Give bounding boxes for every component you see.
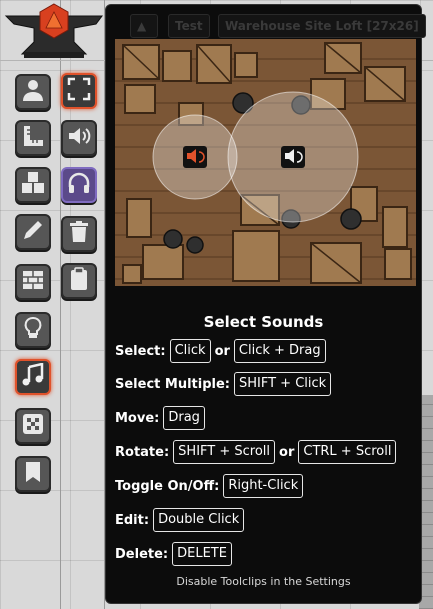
toolclip-row-rotate: Rotate: SHIFT + Scroll or CTRL + Scroll (115, 439, 397, 465)
token-tool-button[interactable] (15, 74, 51, 110)
lightbulb-icon (21, 316, 45, 344)
toolclip-row-toggle: Toggle On/Off: Right-Click (115, 473, 304, 499)
volume-icon (67, 124, 91, 152)
toolclip-panel: ▲ Test Warehouse Site Loft [27x26] Selec… (105, 4, 426, 604)
foundry-logo[interactable] (2, 2, 106, 62)
key-badge: CTRL + Scroll (298, 440, 397, 464)
sound-list-button[interactable] (61, 263, 97, 299)
key-badge: SHIFT + Scroll (173, 440, 276, 464)
measure-tool-button[interactable] (15, 120, 51, 156)
key-badge: Click (169, 339, 211, 363)
or-text: or (279, 444, 295, 460)
music-icon (21, 362, 45, 391)
scene-tab-menu[interactable]: ▲ (130, 14, 158, 38)
scene-tab-bar: ▲ Test Warehouse Site Loft [27x26] (106, 5, 426, 41)
preview-sound-toggle[interactable] (61, 167, 97, 203)
row-label: Move: (115, 410, 160, 426)
scene-tab[interactable]: Warehouse Site Loft [27x26] (218, 14, 426, 38)
key-badge: Right-Click (223, 474, 304, 498)
key-badge: DELETE (172, 542, 232, 566)
row-label: Select: (115, 343, 166, 359)
key-badge: Click + Drag (233, 339, 326, 363)
toolclip-row-edit: Edit: Double Click (115, 507, 245, 533)
select-sounds-button[interactable] (61, 73, 97, 109)
lighting-tool-button[interactable] (15, 312, 51, 348)
expand-icon (67, 77, 91, 105)
row-label: Rotate: (115, 444, 170, 460)
headphones-icon (67, 171, 91, 199)
drawing-tool-button[interactable] (15, 214, 51, 250)
scene-tab[interactable]: Test (168, 14, 210, 38)
trash-icon (67, 220, 91, 248)
walls-tool-button[interactable] (15, 264, 51, 300)
key-badge: Double Click (153, 508, 245, 532)
toolclip-row-select: Select: Click or Click + Drag (115, 338, 326, 364)
bookmark-icon (21, 460, 45, 488)
checker-icon (21, 412, 45, 440)
pencil-icon (21, 218, 45, 246)
bricks-icon (21, 268, 45, 296)
ruler-icon (21, 124, 45, 152)
key-badge: SHIFT + Click (234, 372, 332, 396)
row-label: Delete: (115, 546, 169, 562)
toolclip-settings-note: Disable Toolclips in the Settings (176, 575, 351, 588)
clear-sounds-button[interactable] (61, 216, 97, 252)
notes-tool-button[interactable] (15, 456, 51, 492)
sounds-tool-button[interactable] (15, 359, 51, 395)
templates-tool-button[interactable] (15, 408, 51, 444)
clipboard-icon (67, 267, 91, 295)
toolclip-row-select-multiple: Select Multiple: SHIFT + Click (115, 371, 332, 397)
key-badge: Drag (163, 406, 205, 430)
toolclip-row-move: Move: Drag (115, 405, 205, 431)
toolclip-row-delete: Delete: DELETE (115, 541, 232, 567)
tiles-tool-button[interactable] (15, 167, 51, 203)
or-text: or (214, 343, 230, 359)
row-label: Edit: (115, 512, 150, 528)
ambient-sound-button[interactable] (61, 120, 97, 156)
user-icon (21, 78, 45, 106)
cubes-icon (21, 171, 45, 199)
row-label: Select Multiple: (115, 376, 230, 392)
row-label: Toggle On/Off: (115, 478, 220, 494)
toolclip-title: Select Sounds (203, 313, 324, 331)
toolclip-video-preview (115, 39, 416, 286)
